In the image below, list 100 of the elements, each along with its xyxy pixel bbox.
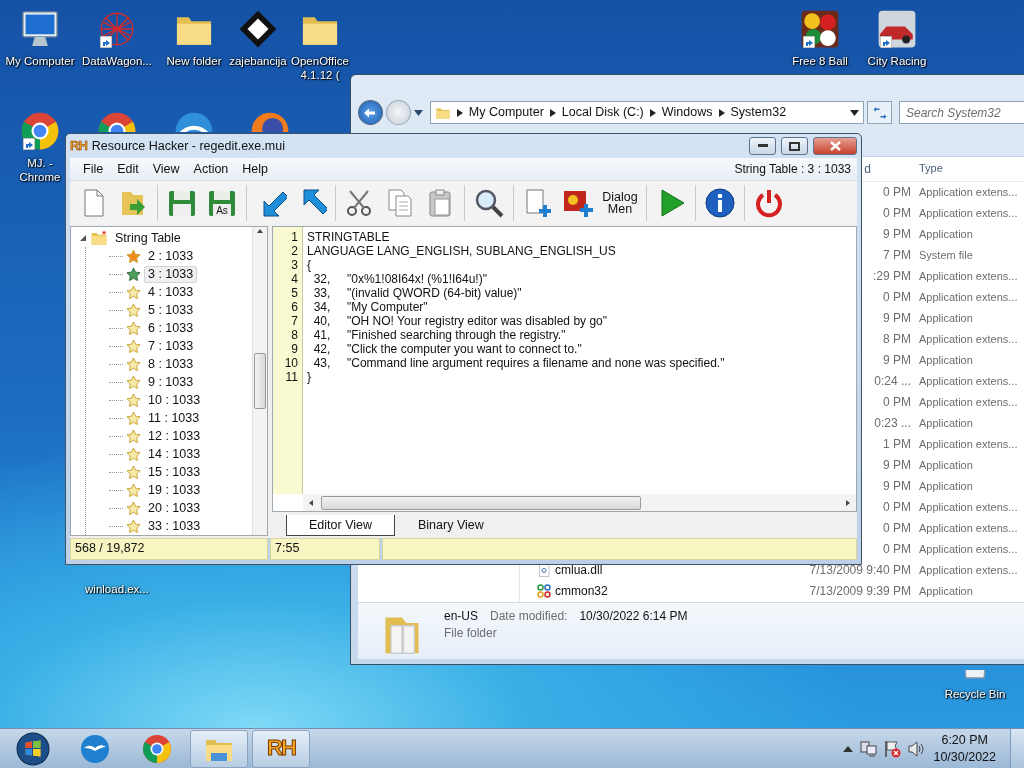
file-type: Application [919,227,973,240]
back-button[interactable] [358,100,383,126]
taskbar-clock[interactable]: 6:20 PM 10/30/2022 [933,731,996,766]
menu-item[interactable]: File [76,161,111,177]
code-line: STRINGTABLE [307,230,391,244]
network-icon[interactable] [859,739,878,758]
app-logo: RH [70,138,87,154]
column-header[interactable]: d [864,161,871,176]
tree-item[interactable]: 5 : 1033 [144,301,198,319]
modified-date: 0 PM [883,395,911,410]
dropdown-caret-icon[interactable] [850,108,860,118]
modified-date: 7/13/2009 9:40 PM [809,563,911,578]
tree-item[interactable]: String Table [111,229,185,247]
tree-item[interactable]: 4 : 1033 [144,283,198,301]
modified-date: 0 PM [883,542,911,557]
menu-item[interactable]: View [145,161,187,177]
file-name[interactable]: cmlua.dll [555,563,603,578]
flag-icon[interactable] [883,739,902,758]
tree-item[interactable]: 6 : 1033 [144,319,198,337]
file-name[interactable]: cmmon32 [555,584,608,599]
file-type: Application extens... [919,521,1018,534]
tree-item[interactable]: 14 : 1033 [144,445,205,463]
breadcrumb-item[interactable]: Local Disk (C:) [561,105,644,121]
date-modified-label: Date modified: [490,608,568,624]
file-explorer-button[interactable] [190,729,248,768]
chevron-icon[interactable] [549,108,556,117]
status-text: 568 / 19,872 [70,538,268,560]
file-type: Application extens... [919,332,1018,345]
menu-item[interactable]: Help [235,161,276,177]
tree-item[interactable]: 20 : 1033 [144,499,205,517]
program-icon [536,583,552,600]
menu-item[interactable]: Action [186,161,236,177]
speaker-icon[interactable] [907,739,926,758]
menu-item[interactable]: Edit [110,161,146,177]
maximize-icon[interactable] [789,141,800,151]
desktop-icon-label[interactable]: zajebancija [229,54,287,68]
show-desktop-button[interactable] [1010,728,1024,768]
line-number: 2 [290,244,298,258]
view-tab[interactable]: Editor View [286,515,395,536]
view-tab[interactable]: Binary View [395,515,507,536]
maximize-button[interactable] [781,137,808,155]
breadcrumb-item[interactable]: Windows [661,105,713,121]
minimize-button[interactable] [749,137,776,155]
column-header[interactable]: Type [919,162,943,175]
address-bar[interactable]: My Computer Local Disk (C:) Windows System32 [429,101,865,125]
tree-item[interactable]: 7 : 1033 [144,337,198,355]
breadcrumb-item[interactable]: My Computer [468,105,544,121]
desktop-icon-label[interactable]: Free 8 Ball [792,54,848,68]
desktop-icon-label[interactable]: New folder [166,54,222,68]
vertical-scrollbar[interactable] [252,227,267,535]
breadcrumb-item[interactable]: System32 [730,105,787,121]
chevron-icon[interactable] [718,108,725,117]
desktop-icon-label[interactable]: DataWagon... [82,54,152,68]
scrollbar-thumb[interactable] [254,353,266,409]
dialog-menu-button[interactable]: Dialog Men [599,183,641,222]
close-button[interactable] [813,137,857,155]
tree-item[interactable]: 10 : 1033 [144,391,205,409]
chevron-icon[interactable] [649,108,656,117]
diamond-icon[interactable] [237,8,279,50]
expand-arrow-icon[interactable] [79,234,87,242]
code-line: 42, "Click the computer you want to connect to." [312,342,583,356]
tree-item[interactable]: 11 : 1033 [144,409,204,427]
tree-item[interactable]: 33 : 1033 [144,517,205,535]
line-number: 10 [283,356,298,370]
start-icon[interactable] [16,731,50,766]
dropdown-caret-icon[interactable] [413,108,423,118]
openoffice-app-icon[interactable] [79,732,111,765]
scrollbar-thumb[interactable] [321,495,641,510]
scroll-up-arrow-icon[interactable] [256,227,264,235]
minimize-icon[interactable] [757,144,768,148]
modified-date: 7 PM [883,248,911,263]
modified-date: 1 PM [883,437,911,452]
line-number: 8 [290,328,298,342]
tree-item[interactable]: 2 : 1033 [144,247,198,265]
chevron-icon[interactable] [456,108,463,117]
desktop-icon-label[interactable]: City Racing [867,54,927,68]
line-number: 7 [290,314,298,328]
tree-item[interactable]: 15 : 1033 [144,463,205,481]
tree-item[interactable]: 8 : 1033 [144,355,198,373]
horizontal-scrollbar[interactable] [303,494,856,511]
file-type: Application extens... [919,563,1018,576]
close-icon[interactable] [829,141,841,151]
tree-item[interactable]: 19 : 1033 [144,481,205,499]
scroll-left-arrow-icon[interactable] [307,498,315,507]
code-editor[interactable] [272,226,857,512]
modified-date: 9 PM [883,458,911,473]
resource-path-label: String Table : 3 : 1033 [734,161,851,177]
scroll-right-arrow-icon[interactable] [844,498,852,507]
file-type: Application extens... [919,290,1018,303]
search-field[interactable]: Search System32 [899,101,1024,125]
desktop-icon-label[interactable]: MJ. - Chrome [12,156,68,184]
tree-item[interactable]: 3 : 1033 [144,265,198,283]
code-line: 34, "My Computer" [312,300,429,314]
tree-item[interactable]: 12 : 1033 [144,427,205,445]
tree-item[interactable]: 9 : 1033 [144,373,198,391]
desktop-icon-label[interactable]: My Computer [5,54,75,68]
chrome-app-icon[interactable] [141,732,173,765]
desktop-icon-label[interactable]: OpenOffice 4.1.12 ( [290,54,350,82]
shortcut-arrow-icon [100,36,112,48]
show-hidden-icons-button[interactable] [843,744,854,753]
